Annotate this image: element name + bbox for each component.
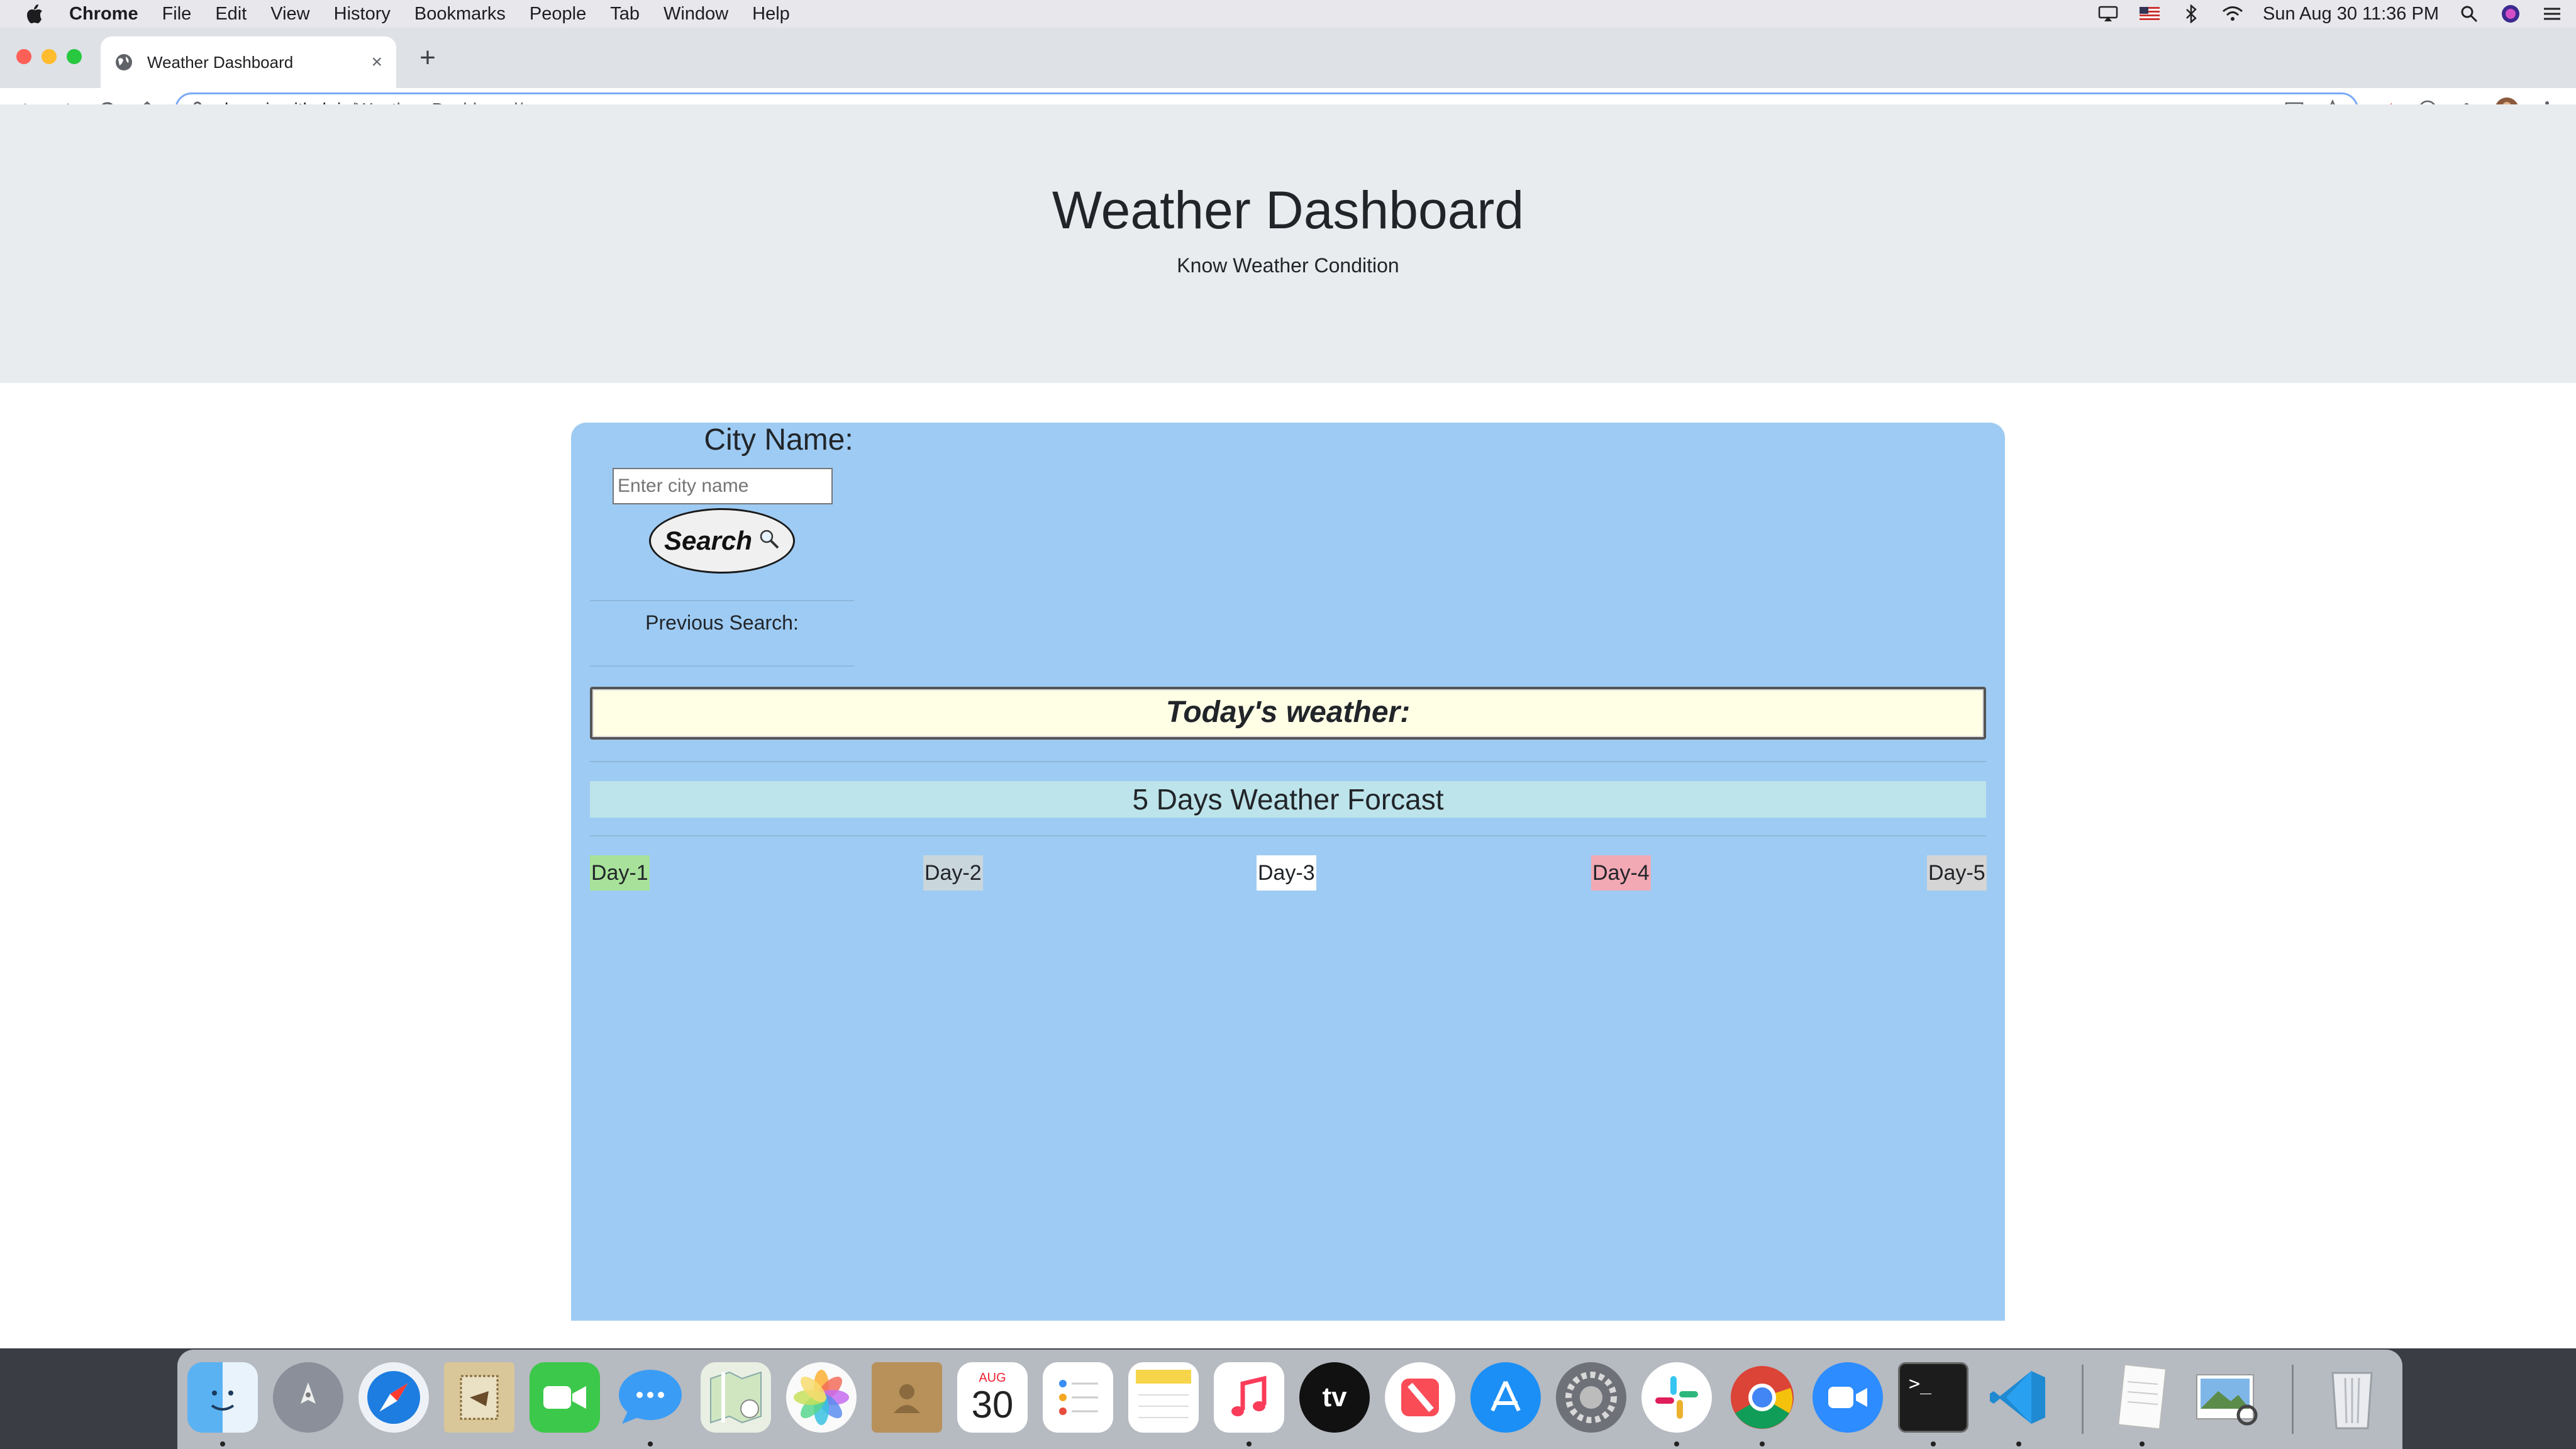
wifi-icon[interactable] bbox=[2221, 3, 2244, 25]
menu-edit[interactable]: Edit bbox=[215, 4, 247, 25]
divider bbox=[590, 835, 1986, 836]
launchpad-icon[interactable] bbox=[273, 1362, 343, 1433]
search-button[interactable]: Search bbox=[649, 508, 795, 574]
mail-icon[interactable] bbox=[444, 1362, 514, 1433]
messages-icon[interactable] bbox=[615, 1362, 686, 1433]
system-preferences-icon[interactable] bbox=[1556, 1362, 1626, 1433]
contacts-icon[interactable] bbox=[872, 1362, 942, 1433]
calendar-icon[interactable]: AUG 30 bbox=[957, 1362, 1028, 1433]
divider bbox=[590, 665, 854, 667]
apple-tv-icon[interactable]: tv bbox=[1299, 1362, 1370, 1433]
menu-tab[interactable]: Tab bbox=[610, 4, 640, 25]
city-search-input[interactable] bbox=[613, 468, 833, 504]
search-icon bbox=[758, 526, 780, 556]
news-icon[interactable] bbox=[1385, 1362, 1455, 1433]
calendar-day: 30 bbox=[971, 1383, 1014, 1426]
previous-search-label: Previous Search: bbox=[645, 611, 799, 634]
notes-icon[interactable] bbox=[1128, 1362, 1199, 1433]
menu-help[interactable]: Help bbox=[752, 4, 790, 25]
safari-icon[interactable] bbox=[358, 1362, 429, 1433]
divider bbox=[590, 600, 854, 601]
music-icon[interactable] bbox=[1214, 1362, 1284, 1433]
vscode-icon[interactable] bbox=[1984, 1362, 2054, 1433]
menu-history[interactable]: History bbox=[334, 4, 391, 25]
dock-separator bbox=[2292, 1365, 2294, 1434]
us-flag-icon[interactable] bbox=[2138, 3, 2161, 25]
forecast-day-1: Day-1 bbox=[590, 855, 650, 891]
zoom-window-button[interactable] bbox=[67, 49, 82, 64]
divider bbox=[590, 761, 1986, 762]
running-indicator bbox=[1931, 1441, 1936, 1446]
minimize-window-button[interactable] bbox=[42, 49, 57, 64]
facetime-icon[interactable] bbox=[530, 1362, 600, 1433]
zoom-icon[interactable] bbox=[1813, 1362, 1883, 1433]
globe-icon bbox=[114, 53, 133, 72]
close-tab-icon[interactable]: × bbox=[371, 52, 382, 73]
running-indicator bbox=[1246, 1441, 1252, 1446]
page-subtitle: Know Weather Condition bbox=[1177, 254, 1399, 277]
menu-view[interactable]: View bbox=[270, 4, 309, 25]
spotlight-icon[interactable] bbox=[2458, 3, 2480, 25]
siri-icon[interactable] bbox=[2499, 3, 2522, 25]
running-indicator bbox=[2016, 1441, 2021, 1446]
page-title: Weather Dashboard bbox=[1052, 180, 1524, 240]
macos-menubar: Chrome File Edit View History Bookmarks … bbox=[0, 0, 2576, 28]
running-indicator bbox=[648, 1441, 653, 1446]
terminal-icon[interactable]: >_ bbox=[1898, 1362, 1968, 1433]
close-window-button[interactable] bbox=[16, 49, 31, 64]
preview-icon[interactable] bbox=[2192, 1362, 2263, 1433]
search-button-label: Search bbox=[663, 526, 753, 555]
dock-separator bbox=[2082, 1365, 2084, 1434]
trash-icon[interactable] bbox=[2317, 1362, 2387, 1433]
forecast-title: 5 Days Weather Forcast bbox=[590, 781, 1986, 818]
menu-bookmarks[interactable]: Bookmarks bbox=[414, 4, 506, 25]
menu-app-name[interactable]: Chrome bbox=[69, 4, 138, 25]
forecast-day-3: Day-3 bbox=[1257, 855, 1316, 891]
menu-window[interactable]: Window bbox=[663, 4, 728, 25]
dashboard-panel: City Name: Search Previous Search: Today… bbox=[571, 423, 2005, 1321]
tab-title: Weather Dashboard bbox=[147, 52, 294, 72]
running-indicator bbox=[1760, 1441, 1765, 1446]
reminders-icon[interactable] bbox=[1043, 1362, 1113, 1433]
apple-icon[interactable] bbox=[25, 1, 50, 26]
maps-icon[interactable] bbox=[701, 1362, 771, 1433]
new-tab-button[interactable]: + bbox=[415, 43, 440, 73]
forecast-day-4: Day-4 bbox=[1591, 855, 1651, 891]
menu-file[interactable]: File bbox=[162, 4, 192, 25]
tab-weather-dashboard[interactable]: Weather Dashboard × bbox=[101, 36, 396, 88]
app-store-icon[interactable] bbox=[1470, 1362, 1541, 1433]
menubar-clock[interactable]: Sun Aug 30 11:36 PM bbox=[2263, 4, 2439, 25]
control-center-icon[interactable] bbox=[2541, 3, 2563, 25]
todays-weather-box: Today's weather: bbox=[590, 687, 1986, 740]
textedit-icon[interactable] bbox=[2107, 1362, 2177, 1433]
airplay-icon[interactable] bbox=[2097, 3, 2119, 25]
bluetooth-icon[interactable] bbox=[2180, 3, 2202, 25]
tab-strip: Weather Dashboard × + bbox=[0, 28, 2576, 88]
chrome-icon[interactable] bbox=[1727, 1362, 1797, 1433]
slack-icon[interactable] bbox=[1641, 1362, 1712, 1433]
forecast-day-5: Day-5 bbox=[1927, 855, 1987, 891]
todays-weather-label: Today's weather: bbox=[1165, 696, 1411, 729]
city-name-label: City Name: bbox=[704, 423, 853, 457]
web-page: Weather Dashboard Know Weather Condition… bbox=[0, 104, 2576, 1321]
finder-icon[interactable] bbox=[187, 1362, 258, 1433]
photos-icon[interactable] bbox=[786, 1362, 857, 1433]
running-indicator bbox=[2140, 1441, 2145, 1446]
running-indicator bbox=[220, 1441, 225, 1446]
menu-people[interactable]: People bbox=[530, 4, 586, 25]
running-indicator bbox=[1674, 1441, 1679, 1446]
forecast-day-2: Day-2 bbox=[923, 855, 983, 891]
header-jumbotron: Weather Dashboard Know Weather Condition bbox=[0, 104, 2576, 383]
